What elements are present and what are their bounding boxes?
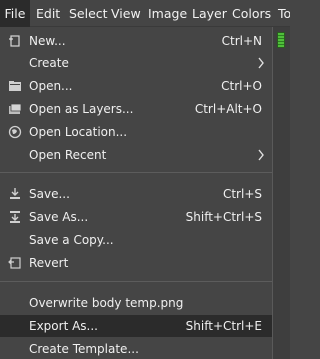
menu-item-label: Save...	[29, 187, 70, 201]
menu-item-shortcut: Shift+Ctrl+E	[185, 319, 262, 333]
new-document-icon	[9, 35, 20, 47]
menu-file[interactable]: File	[0, 0, 30, 27]
canvas-edge	[273, 27, 290, 359]
revert-icon	[8, 257, 21, 269]
menu-item-save-as[interactable]: Save As... Shift+Ctrl+S	[0, 206, 272, 228]
menu-item-label: Open as Layers...	[29, 102, 134, 116]
gimp-window: File Edit Select View Image Layer Colors…	[0, 0, 290, 359]
menu-item-label: Open Location...	[29, 125, 128, 139]
submenu-arrow-icon	[258, 57, 264, 69]
folder-open-icon	[9, 81, 21, 91]
menu-image[interactable]: Image	[148, 0, 187, 27]
file-menu-dropdown: New... Ctrl+N Create Open... Ctrl+O Open…	[0, 27, 273, 359]
menu-separator	[0, 172, 272, 173]
menu-item-label: Save a Copy...	[29, 233, 114, 247]
menubar: File Edit Select View Image Layer Colors…	[0, 0, 290, 27]
menu-item-shortcut: Shift+Ctrl+S	[185, 210, 262, 224]
menu-select[interactable]: Select	[69, 0, 108, 27]
menu-item-export-as[interactable]: Export As... Shift+Ctrl+E	[0, 315, 272, 337]
menu-item-label: Create Template...	[29, 342, 139, 356]
menu-layer[interactable]: Layer	[192, 0, 227, 27]
menu-item-label: Export As...	[29, 319, 98, 333]
save-icon	[10, 188, 20, 199]
menu-item-label: Save As...	[29, 210, 89, 224]
menu-item-revert[interactable]: Revert	[0, 252, 272, 274]
menu-item-open-recent[interactable]: Open Recent	[0, 144, 272, 166]
menu-item-open-location[interactable]: Open Location...	[0, 121, 272, 143]
zoom-gauge	[277, 32, 285, 48]
menu-item-label: Open Recent	[29, 148, 107, 162]
menu-item-create-template[interactable]: Create Template...	[0, 338, 272, 359]
menu-item-shortcut: Ctrl+N	[221, 34, 262, 48]
image-layers-icon	[9, 103, 22, 114]
globe-icon	[8, 125, 22, 139]
menu-tools[interactable]: To	[278, 0, 290, 27]
menu-item-label: Open...	[29, 79, 73, 93]
menu-item-label: Overwrite body temp.png	[29, 296, 184, 310]
menu-view[interactable]: View	[111, 0, 141, 27]
menu-colors[interactable]: Colors	[232, 0, 271, 27]
menu-item-save-copy[interactable]: Save a Copy...	[0, 229, 272, 251]
menu-item-shortcut: Ctrl+Alt+O	[194, 102, 262, 116]
menu-item-shortcut: Ctrl+S	[222, 187, 262, 201]
menu-item-open-as-layers[interactable]: Open as Layers... Ctrl+Alt+O	[0, 98, 272, 120]
menu-item-overwrite[interactable]: Overwrite body temp.png	[0, 292, 272, 314]
menu-item-new[interactable]: New... Ctrl+N	[0, 30, 272, 52]
menu-edit[interactable]: Edit	[36, 0, 60, 27]
menu-item-shortcut: Ctrl+O	[221, 79, 262, 93]
menu-item-label: New...	[29, 34, 66, 48]
menu-item-label: Revert	[29, 256, 69, 270]
menu-separator	[0, 281, 272, 282]
submenu-arrow-icon	[258, 149, 264, 161]
menu-item-label: Create	[29, 56, 69, 70]
menu-item-save[interactable]: Save... Ctrl+S	[0, 183, 272, 205]
menu-item-create[interactable]: Create	[0, 52, 272, 74]
save-as-icon	[10, 211, 20, 223]
menu-item-open[interactable]: Open... Ctrl+O	[0, 75, 272, 97]
